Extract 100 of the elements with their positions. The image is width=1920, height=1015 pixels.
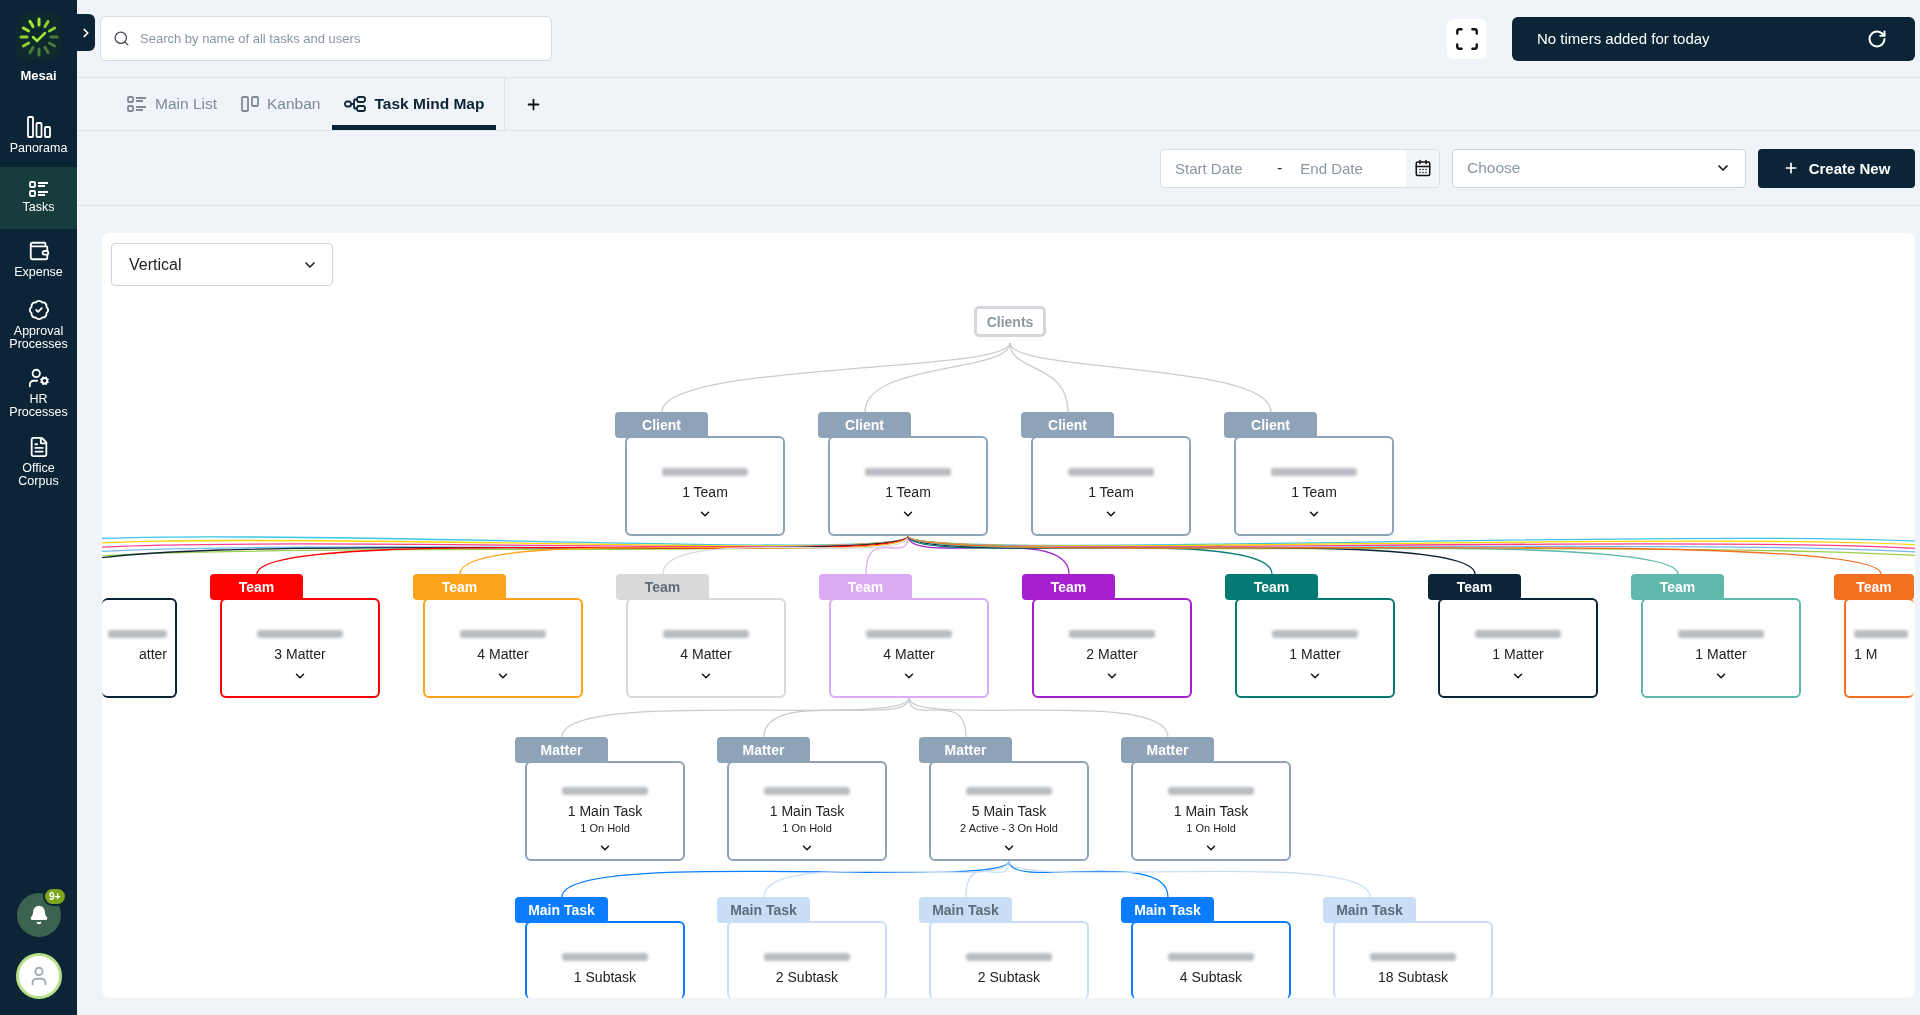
node-type-tag: Team <box>1022 574 1115 600</box>
node-type-tag: Main Task <box>919 897 1012 923</box>
node-type-tag: Main Task <box>1121 897 1214 923</box>
bar-chart-icon <box>26 116 51 139</box>
calendar-button[interactable] <box>1406 149 1439 187</box>
map-node[interactable]: 1 Subtask <box>525 921 685 998</box>
node-count: 1 Main Task <box>1173 803 1249 819</box>
map-node[interactable]: 2 Subtask <box>727 921 887 998</box>
node-count: 5 Main Task <box>971 803 1047 819</box>
map-node[interactable]: 1 Team <box>1031 436 1191 536</box>
refresh-icon[interactable] <box>1867 28 1887 49</box>
node-count: 1 Subtask <box>573 969 637 985</box>
map-node[interactable]: atter <box>102 598 177 698</box>
node-count: 2 Subtask <box>775 969 839 985</box>
wallet-icon <box>27 240 50 263</box>
sidebar-item[interactable]: Expense <box>0 229 77 291</box>
sidebar-item[interactable]: Panorama <box>0 105 77 167</box>
sidebar-item[interactable]: Tasks <box>0 167 77 229</box>
fullscreen-icon <box>1454 25 1480 52</box>
node-count: 2 Subtask <box>977 969 1041 985</box>
search-icon <box>113 30 130 47</box>
node-count: 1 Matter <box>1695 646 1747 662</box>
logo-icon <box>15 14 62 60</box>
node-type-tag: Team <box>1428 574 1521 600</box>
node-count: 1 Main Task <box>769 803 845 819</box>
node-type-tag: Main Task <box>1323 897 1416 923</box>
blurred-name-bar <box>1854 630 1908 638</box>
node-count: 1 M <box>1854 646 1878 662</box>
node-type-tag: Matter <box>515 737 608 763</box>
date-range-field[interactable]: Start Date - End Date <box>1160 148 1440 188</box>
tab[interactable]: Task Mind Map <box>332 78 497 130</box>
node-status: 1 On Hold <box>1186 822 1236 834</box>
node-type-tag: Client <box>1021 412 1114 438</box>
badge-check-icon <box>27 299 50 321</box>
layout-select[interactable]: Vertical <box>111 243 333 286</box>
node-count: atter <box>139 646 167 662</box>
avatar[interactable] <box>15 953 62 999</box>
node-type-tag: Team <box>819 574 912 600</box>
node-type-tag: Main Task <box>717 897 810 923</box>
node-count: 4 Matter <box>680 646 732 662</box>
bell-icon <box>28 905 49 925</box>
map-node[interactable]: 4 Matter <box>423 598 583 698</box>
node-type-tag: Client <box>615 412 708 438</box>
user-gear-icon <box>27 367 50 390</box>
search-field[interactable]: Search by name of all tasks and users <box>100 16 552 61</box>
map-node[interactable]: 1 Main Task 1 On Hold <box>525 761 685 861</box>
create-new-button[interactable]: Create New <box>1758 148 1915 188</box>
map-node[interactable]: 2 Subtask <box>929 921 1089 998</box>
map-node[interactable]: 18 Subtask <box>1333 921 1493 998</box>
node-count: 1 Main Task <box>567 803 643 819</box>
node-count: 4 Subtask <box>1179 969 1243 985</box>
map-node[interactable]: 1 Team <box>625 436 785 536</box>
map-node[interactable]: 4 Matter <box>626 598 786 698</box>
node-count: 4 Matter <box>883 646 935 662</box>
map-node[interactable]: 3 Matter <box>220 598 380 698</box>
map-node[interactable]: 5 Main Task 2 Active - 3 On Hold <box>929 761 1089 861</box>
node-type-tag: Team <box>210 574 303 600</box>
node-type-tag: Team <box>1225 574 1318 600</box>
map-node[interactable]: 1 Team <box>828 436 988 536</box>
map-node[interactable]: 4 Subtask <box>1131 921 1291 998</box>
map-node[interactable]: 1 Team <box>1234 436 1394 536</box>
node-type-tag: Team <box>1834 574 1914 600</box>
node-count: 2 Matter <box>1086 646 1138 662</box>
node-type-tag: Main Task <box>515 897 608 923</box>
list-icon <box>28 181 49 198</box>
sidebar-item[interactable]: Approval Processes <box>0 291 77 360</box>
notification-badge: 9+ <box>43 887 67 906</box>
node-count: 1 Team <box>1291 484 1337 500</box>
map-node[interactable]: 1 Matter <box>1235 598 1395 698</box>
sidebar-item[interactable]: HR Processes <box>0 359 77 428</box>
map-node[interactable]: 4 Matter <box>829 598 989 698</box>
node-status: 2 Active - 3 On Hold <box>960 822 1058 834</box>
map-node[interactable]: 1 Main Task 1 On Hold <box>727 761 887 861</box>
node-count: 4 Matter <box>477 646 529 662</box>
node-count: 3 Matter <box>274 646 326 662</box>
node-count: 1 Team <box>1088 484 1134 500</box>
map-node[interactable]: 2 Matter <box>1032 598 1192 698</box>
map-node[interactable]: 1 Matter <box>1641 598 1801 698</box>
node-type-tag: Client <box>1224 412 1317 438</box>
node-type-tag: Client <box>818 412 911 438</box>
node-count: 1 Matter <box>1289 646 1341 662</box>
map-node[interactable]: 1 Matter <box>1438 598 1598 698</box>
node-status: 1 On Hold <box>782 822 832 834</box>
map-node[interactable]: 1 M <box>1844 598 1914 698</box>
fullscreen-button[interactable] <box>1447 18 1487 59</box>
node-type-tag: Matter <box>717 737 810 763</box>
node-type-tag: Matter <box>919 737 1012 763</box>
node-count: 1 Team <box>885 484 931 500</box>
blurred-name-bar <box>108 630 167 638</box>
columns-icon <box>241 96 260 112</box>
calendar-icon <box>1413 159 1432 177</box>
node-type-tag: Team <box>413 574 506 600</box>
timer-text: No timers added for today <box>1537 30 1710 47</box>
mind-map-icon <box>344 96 367 112</box>
node-status: 1 On Hold <box>580 822 630 834</box>
sidebar-item[interactable]: Office Corpus <box>0 427 77 496</box>
node-type-tag: Matter <box>1121 737 1214 763</box>
map-node[interactable]: 1 Main Task 1 On Hold <box>1131 761 1291 861</box>
node-count: 1 Team <box>682 484 728 500</box>
sidebar-toggle[interactable] <box>77 14 95 51</box>
